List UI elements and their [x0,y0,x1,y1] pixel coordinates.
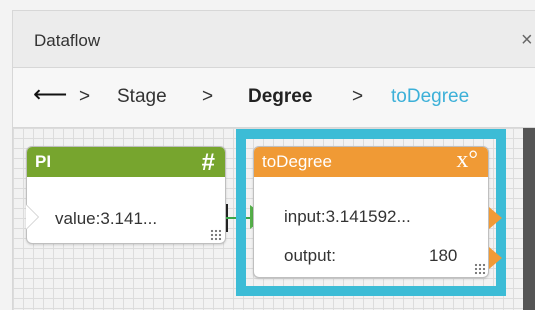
window-title: Dataflow [34,31,101,50]
pi-value-port-label: value:3.141... [55,209,158,228]
todegree-output-value: 180 [429,246,458,265]
pi-node-header[interactable]: PI # [27,147,225,177]
breadcrumb-item-todegree[interactable]: toDegree [391,86,469,108]
breadcrumb-item-stage[interactable]: Stage [117,86,167,108]
close-icon[interactable]: × [521,29,535,52]
breadcrumb: ⟵ > Stage > Degree > toDegree [12,68,535,128]
hash-icon: # [201,149,215,176]
pi-input-port[interactable] [26,205,38,229]
resize-handle-icon[interactable] [474,263,486,275]
breadcrumb-item-degree[interactable]: Degree [248,86,312,108]
todegree-node[interactable]: toDegree x° input:3.141592... output: 18… [253,146,489,278]
breadcrumb-separator: > [202,86,214,107]
breadcrumb-separator: > [352,86,364,107]
pi-node[interactable]: PI # value:3.141... [26,146,226,244]
canvas-scrollbar[interactable] [523,128,535,310]
todegree-node-title: toDegree [262,152,332,171]
todegree-input-label: input:3.141592... [284,207,411,226]
resize-handle-icon[interactable] [210,229,222,241]
x-degree-icon: x° [456,147,478,173]
todegree-output-label: output: [284,246,336,265]
window-titlebar: Dataflow × [12,10,535,68]
back-arrow-icon[interactable]: ⟵ [33,83,67,107]
breadcrumb-separator: > [79,86,91,107]
todegree-input-passthrough-port[interactable] [489,207,502,229]
todegree-node-header[interactable]: toDegree x° [254,147,488,177]
pi-node-title: PI [35,152,52,171]
dataflow-window: Dataflow × ⟵ > Stage > Degree > toDegree… [0,0,535,310]
todegree-output-port[interactable] [489,247,502,269]
